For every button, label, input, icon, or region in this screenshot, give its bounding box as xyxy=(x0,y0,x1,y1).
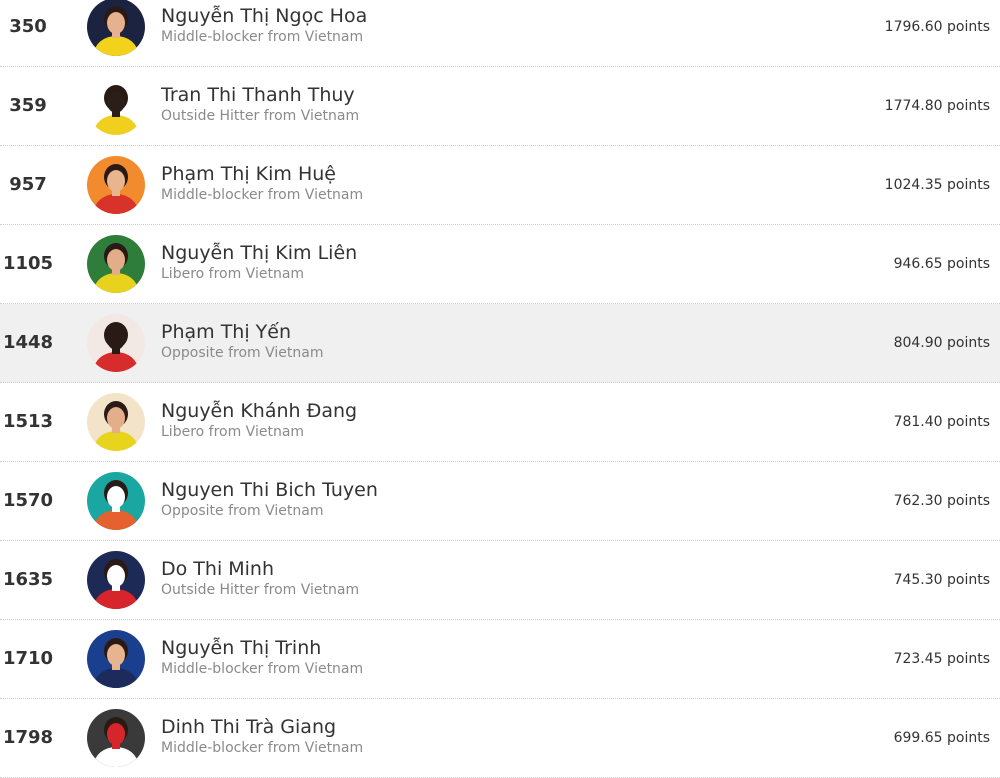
player-name[interactable]: Nguyễn Thị Trinh xyxy=(161,637,321,659)
rank-number: 1798 xyxy=(2,727,54,748)
player-avatar[interactable] xyxy=(87,709,145,767)
player-role: Opposite from Vietnam xyxy=(161,345,324,361)
player-row[interactable]: 1105 Nguyễn Thị Kim Liên Libero from Vie… xyxy=(0,225,1000,304)
player-role: Opposite from Vietnam xyxy=(161,503,324,519)
player-name[interactable]: Phạm Thị Kim Huệ xyxy=(161,163,336,185)
player-avatar[interactable] xyxy=(87,393,145,451)
player-row[interactable]: 1798 Dinh Thi Trà Giang Middle-blocker f… xyxy=(0,699,1000,778)
player-photo xyxy=(87,709,145,767)
rank-number: 359 xyxy=(9,95,47,116)
player-row[interactable]: 1710 Nguyễn Thị Trinh Middle-blocker fro… xyxy=(0,620,1000,699)
player-avatar[interactable] xyxy=(87,77,145,135)
player-photo xyxy=(87,156,145,214)
rank-number: 350 xyxy=(9,16,47,37)
player-points: 781.40 points xyxy=(893,414,990,430)
player-photo xyxy=(87,472,145,530)
rank-number: 957 xyxy=(9,174,47,195)
rank-number: 1105 xyxy=(2,253,54,274)
player-row[interactable]: 957 Phạm Thị Kim Huệ Middle-blocker from… xyxy=(0,146,1000,225)
player-photo xyxy=(87,0,145,56)
player-points: 946.65 points xyxy=(893,256,990,272)
player-role: Libero from Vietnam xyxy=(161,266,305,282)
player-points: 1024.35 points xyxy=(884,177,990,193)
player-points: 723.45 points xyxy=(893,651,990,667)
rank-number: 1513 xyxy=(2,411,54,432)
player-avatar[interactable] xyxy=(87,472,145,530)
player-points: 804.90 points xyxy=(893,335,990,351)
player-photo xyxy=(87,77,145,135)
rank-number: 1635 xyxy=(2,569,54,590)
player-row[interactable]: 1635 Do Thi Minh Outside Hitter from Vie… xyxy=(0,541,1000,620)
player-points: 1774.80 points xyxy=(884,98,990,114)
player-photo xyxy=(87,393,145,451)
player-name[interactable]: Dinh Thi Trà Giang xyxy=(161,716,336,738)
player-row[interactable]: 359 Tran Thi Thanh Thuy Outside Hitter f… xyxy=(0,67,1000,146)
player-role: Outside Hitter from Vietnam xyxy=(161,108,360,124)
player-ranking-list: 350 Nguyễn Thị Ngọc Hoa Middle-blocker f… xyxy=(0,0,1000,778)
player-avatar[interactable] xyxy=(87,235,145,293)
player-points: 699.65 points xyxy=(893,730,990,746)
player-name[interactable]: Tran Thi Thanh Thuy xyxy=(161,84,355,106)
player-role: Middle-blocker from Vietnam xyxy=(161,661,364,677)
player-points: 745.30 points xyxy=(893,572,990,588)
player-avatar[interactable] xyxy=(87,630,145,688)
player-row[interactable]: 1570 Nguyen Thi Bich Tuyen Opposite from… xyxy=(0,462,1000,541)
player-row[interactable]: 350 Nguyễn Thị Ngọc Hoa Middle-blocker f… xyxy=(0,0,1000,67)
player-photo xyxy=(87,551,145,609)
player-name[interactable]: Nguyễn Thị Kim Liên xyxy=(161,242,357,264)
player-role: Middle-blocker from Vietnam xyxy=(161,740,364,756)
player-points: 762.30 points xyxy=(893,493,990,509)
player-name[interactable]: Nguyễn Khánh Đang xyxy=(161,400,357,422)
player-role: Middle-blocker from Vietnam xyxy=(161,29,364,45)
player-role: Outside Hitter from Vietnam xyxy=(161,582,360,598)
player-role: Libero from Vietnam xyxy=(161,424,305,440)
player-photo xyxy=(87,235,145,293)
player-row[interactable]: 1448 Phạm Thị Yến Opposite from Vietnam … xyxy=(0,304,1000,383)
player-avatar[interactable] xyxy=(87,156,145,214)
player-name[interactable]: Do Thi Minh xyxy=(161,558,274,580)
rank-number: 1448 xyxy=(2,332,54,353)
player-photo xyxy=(87,630,145,688)
player-avatar[interactable] xyxy=(87,314,145,372)
player-role: Middle-blocker from Vietnam xyxy=(161,187,364,203)
player-name[interactable]: Nguyen Thi Bich Tuyen xyxy=(161,479,378,501)
player-avatar[interactable] xyxy=(87,0,145,56)
player-points: 1796.60 points xyxy=(884,19,990,35)
player-avatar[interactable] xyxy=(87,551,145,609)
rank-number: 1710 xyxy=(2,648,54,669)
player-row[interactable]: 1513 Nguyễn Khánh Đang Libero from Vietn… xyxy=(0,383,1000,462)
rank-number: 1570 xyxy=(2,490,54,511)
player-photo xyxy=(87,314,145,372)
player-name[interactable]: Nguyễn Thị Ngọc Hoa xyxy=(161,5,367,27)
player-name[interactable]: Phạm Thị Yến xyxy=(161,321,291,343)
